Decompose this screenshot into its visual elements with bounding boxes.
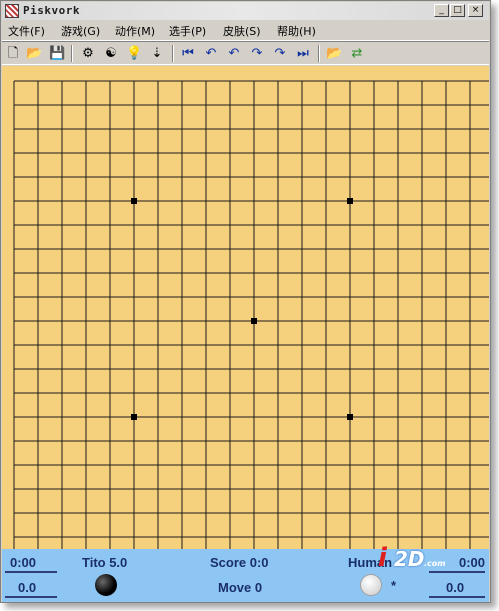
star-point xyxy=(347,198,353,204)
sort-icon[interactable]: ⇣ xyxy=(149,46,165,62)
turn-marker: * xyxy=(391,578,397,593)
game-board[interactable] xyxy=(2,66,489,549)
save-icon[interactable]: 💾 xyxy=(49,46,65,62)
menu-game[interactable]: 游戏(G) xyxy=(61,23,100,39)
score-label: Score 0:0 xyxy=(210,555,269,570)
close-button[interactable]: × xyxy=(468,4,483,17)
menu-skin[interactable]: 皮肤(S) xyxy=(223,23,261,39)
window-title: Piskvork xyxy=(23,4,80,17)
settings-icon[interactable]: ⚙ xyxy=(80,46,96,62)
last-move-icon[interactable]: ⏭ xyxy=(295,46,311,62)
undo-icon[interactable]: ↶ xyxy=(226,46,242,62)
app-window: Piskvork _ □ × 文件(F) 游戏(G) 动作(M) 选手(P) 皮… xyxy=(0,0,491,603)
right-score-underline xyxy=(429,596,485,598)
white-stone-icon xyxy=(360,574,382,596)
toolbar-separator xyxy=(318,45,320,62)
toolbar-separator xyxy=(172,45,174,62)
watermark-sub: .com xyxy=(424,559,446,568)
star-point xyxy=(251,318,257,324)
toolbar-separator xyxy=(71,45,73,62)
new-icon[interactable]: 🗋 xyxy=(5,46,21,62)
swap-player-icon[interactable]: ⇄ xyxy=(349,46,365,62)
open-folder-icon[interactable]: 📂 xyxy=(26,46,42,62)
watermark-text: 2D xyxy=(394,547,425,571)
menu-player[interactable]: 选手(P) xyxy=(169,23,206,39)
watermark-logo: i 2D .com xyxy=(378,543,446,573)
left-timer: 0:00 xyxy=(10,555,37,570)
star-point xyxy=(347,414,353,420)
move-counter: Move 0 xyxy=(218,580,263,595)
app-icon xyxy=(5,4,19,18)
hint-icon[interactable]: 💡 xyxy=(126,46,142,62)
black-stone-icon xyxy=(95,574,117,596)
left-score-underline xyxy=(5,596,57,598)
redo-all-icon[interactable]: ↷ xyxy=(272,46,288,62)
menu-help[interactable]: 帮助(H) xyxy=(277,23,316,39)
toolbar: 🗋 📂 💾 ⚙ ☯ 💡 ⇣ ⏮ ↶ ↶ ↷ ↷ ⏭ 📂 ⇄ xyxy=(2,41,489,65)
redo-icon[interactable]: ↷ xyxy=(249,46,265,62)
title-bar[interactable]: Piskvork _ □ × xyxy=(2,2,489,20)
left-score: 0.0 xyxy=(18,580,37,595)
menu-file[interactable]: 文件(F) xyxy=(8,23,45,39)
menu-bar: 文件(F) 游戏(G) 动作(M) 选手(P) 皮肤(S) 帮助(H) xyxy=(2,20,489,41)
load-player-icon[interactable]: 📂 xyxy=(326,46,342,62)
minimize-button[interactable]: _ xyxy=(434,4,449,17)
undo-all-icon[interactable]: ↶ xyxy=(203,46,219,62)
board-area xyxy=(2,66,489,549)
first-move-icon[interactable]: ⏮ xyxy=(180,46,196,62)
star-point xyxy=(131,414,137,420)
menu-action[interactable]: 动作(M) xyxy=(115,23,155,39)
status-bar: 0:00 Tito 5.0 Score 0:0 Human 0:00 0.0 M… xyxy=(2,543,489,602)
right-score: 0.0 xyxy=(446,580,465,595)
engine-icon[interactable]: ☯ xyxy=(103,46,119,62)
maximize-button[interactable]: □ xyxy=(450,4,465,17)
player1-name: Tito 5.0 xyxy=(82,555,128,570)
left-timer-underline xyxy=(5,571,57,573)
star-point xyxy=(131,198,137,204)
